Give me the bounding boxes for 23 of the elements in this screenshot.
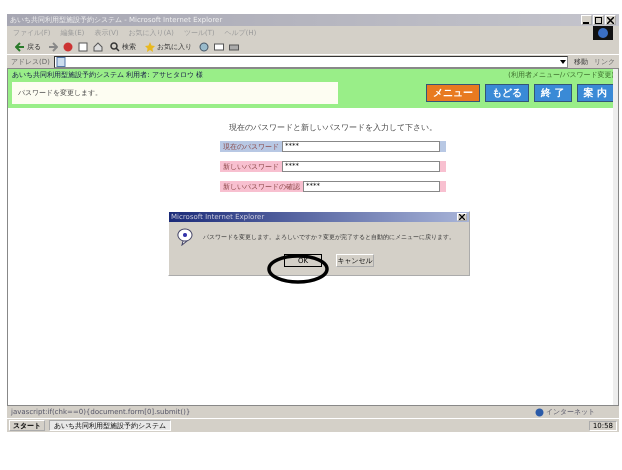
close-button[interactable] bbox=[605, 15, 616, 25]
nav-button[interactable]: 終 了 bbox=[534, 84, 572, 102]
globe-logo-icon bbox=[593, 26, 613, 40]
close-icon bbox=[459, 214, 465, 220]
highlight-ellipse bbox=[267, 254, 329, 284]
maximize-button[interactable] bbox=[593, 15, 604, 25]
star-icon bbox=[145, 42, 155, 52]
dropdown-icon[interactable] bbox=[560, 58, 566, 64]
search-icon bbox=[110, 42, 120, 52]
address-field[interactable] bbox=[54, 56, 568, 68]
question-icon bbox=[177, 228, 193, 246]
globe-icon bbox=[535, 408, 544, 416]
close-icon bbox=[607, 16, 614, 24]
nav-button[interactable]: もどる bbox=[485, 84, 530, 102]
back-arrow-icon bbox=[15, 42, 25, 52]
home-icon[interactable] bbox=[93, 42, 103, 52]
maximize-icon bbox=[595, 16, 602, 24]
page-icon bbox=[56, 56, 66, 66]
close-button[interactable] bbox=[457, 213, 467, 221]
instruction-text: 現在のパスワードと新しいパスワードを入力して下さい。 bbox=[229, 122, 437, 133]
minimize-button[interactable] bbox=[581, 15, 592, 25]
nav-button[interactable]: 案 内 bbox=[576, 84, 614, 102]
stop-icon[interactable] bbox=[63, 42, 73, 52]
